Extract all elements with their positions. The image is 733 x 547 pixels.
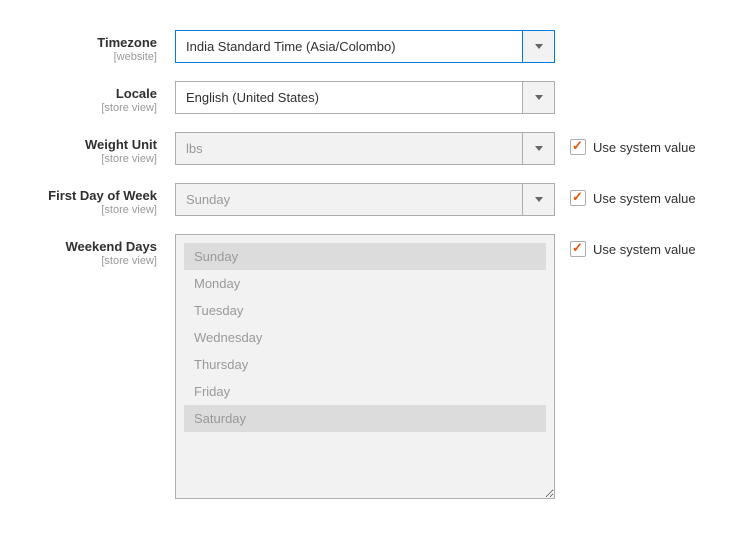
use-system-value-checkbox[interactable] — [570, 190, 586, 206]
dropdown-arrow-icon[interactable] — [522, 30, 555, 63]
first-day-select-value: Sunday — [175, 183, 522, 216]
label-col-weekend-days: Weekend Days [store view] — [20, 234, 175, 267]
scope-first-day: [store view] — [20, 204, 157, 216]
dropdown-arrow-icon[interactable] — [522, 81, 555, 114]
field-col-weight-unit: lbs — [175, 132, 555, 165]
list-item: Friday — [184, 378, 546, 405]
locale-select-value: English (United States) — [175, 81, 522, 114]
scope-timezone: [website] — [20, 51, 157, 63]
first-day-select: Sunday — [175, 183, 555, 216]
checkbox-col-weekend-days: Use system value — [555, 234, 696, 257]
dropdown-arrow-icon — [522, 183, 555, 216]
scope-weekend-days: [store view] — [20, 255, 157, 267]
row-timezone: Timezone [website] India Standard Time (… — [20, 30, 713, 63]
label-first-day: First Day of Week — [20, 188, 157, 203]
label-weight-unit: Weight Unit — [20, 137, 157, 152]
row-weight-unit: Weight Unit [store view] lbs Use system … — [20, 132, 713, 165]
field-col-timezone: India Standard Time (Asia/Colombo) — [175, 30, 555, 63]
use-system-value-label: Use system value — [593, 140, 696, 155]
use-system-value-checkbox[interactable] — [570, 241, 586, 257]
list-item: Tuesday — [184, 297, 546, 324]
label-col-weight-unit: Weight Unit [store view] — [20, 132, 175, 165]
checkbox-col-weight-unit: Use system value — [555, 132, 696, 155]
field-col-locale: English (United States) — [175, 81, 555, 114]
use-system-value-label: Use system value — [593, 191, 696, 206]
timezone-select-value: India Standard Time (Asia/Colombo) — [175, 30, 522, 63]
list-item: Sunday — [184, 243, 546, 270]
locale-select[interactable]: English (United States) — [175, 81, 555, 114]
row-locale: Locale [store view] English (United Stat… — [20, 81, 713, 114]
label-col-first-day: First Day of Week [store view] — [20, 183, 175, 216]
timezone-select[interactable]: India Standard Time (Asia/Colombo) — [175, 30, 555, 63]
dropdown-arrow-icon — [522, 132, 555, 165]
list-item: Monday — [184, 270, 546, 297]
scope-weight-unit: [store view] — [20, 153, 157, 165]
label-timezone: Timezone — [20, 35, 157, 50]
label-weekend-days: Weekend Days — [20, 239, 157, 254]
use-system-value-label: Use system value — [593, 242, 696, 257]
weekend-days-multiselect: SundayMondayTuesdayWednesdayThursdayFrid… — [175, 234, 555, 499]
field-col-first-day: Sunday — [175, 183, 555, 216]
row-weekend-days: Weekend Days [store view] SundayMondayTu… — [20, 234, 713, 499]
label-locale: Locale — [20, 86, 157, 101]
label-col-timezone: Timezone [website] — [20, 30, 175, 63]
checkbox-col-first-day: Use system value — [555, 183, 696, 206]
use-system-value-checkbox[interactable] — [570, 139, 586, 155]
scope-locale: [store view] — [20, 102, 157, 114]
list-item: Thursday — [184, 351, 546, 378]
field-col-weekend-days: SundayMondayTuesdayWednesdayThursdayFrid… — [175, 234, 555, 499]
list-item: Wednesday — [184, 324, 546, 351]
weight-unit-select-value: lbs — [175, 132, 522, 165]
list-item: Saturday — [184, 405, 546, 432]
label-col-locale: Locale [store view] — [20, 81, 175, 114]
weight-unit-select: lbs — [175, 132, 555, 165]
row-first-day: First Day of Week [store view] Sunday Us… — [20, 183, 713, 216]
